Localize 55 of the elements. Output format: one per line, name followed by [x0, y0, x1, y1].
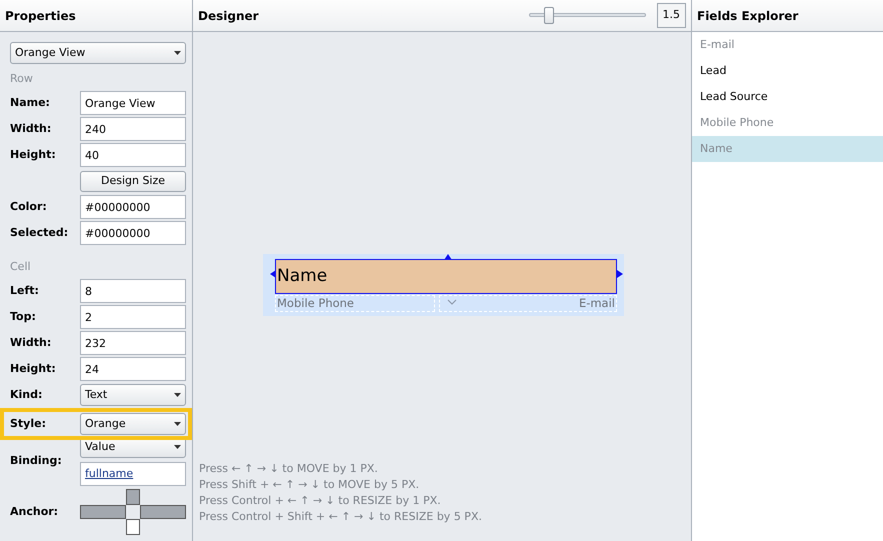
field-list-item[interactable]: Lead Source	[692, 84, 883, 110]
panel-title: Properties	[0, 0, 192, 32]
field-label: Height:	[10, 360, 57, 377]
dropdown[interactable]: Orange View	[10, 42, 186, 64]
caret-icon	[174, 393, 181, 397]
anchor-toggle[interactable]	[126, 489, 140, 505]
cell-text[interactable]: E-mail	[439, 295, 617, 312]
text-field[interactable]: #00000000	[80, 221, 186, 245]
design-size-button[interactable]: Design Size	[80, 170, 186, 192]
zoom-value: 1.5	[656, 3, 686, 28]
anchor-toggle[interactable]	[80, 505, 126, 519]
field-label: Selected:	[10, 224, 70, 241]
field-list-item[interactable]: Mobile Phone	[692, 110, 883, 136]
caret-icon	[174, 445, 181, 449]
text-field[interactable]: 24	[80, 357, 186, 381]
text-field[interactable]: 8	[80, 279, 186, 303]
field-label: Style:	[10, 416, 47, 432]
section-label: Row	[9, 70, 34, 87]
binding-field[interactable]: fullname	[80, 462, 186, 486]
field-list-item[interactable]: E-mail	[692, 32, 883, 58]
hint-text: Press Control + ← ↑ → ↓ to RESIZE by 1 PX.	[199, 493, 442, 509]
dropdown[interactable]: Text	[80, 384, 186, 406]
text-field[interactable]: 240	[80, 117, 186, 141]
selected-cell[interactable]: Name	[275, 259, 617, 294]
section-label: Cell	[9, 258, 32, 275]
field-label: Left:	[10, 282, 40, 299]
caret-icon	[174, 51, 181, 55]
field-label: Top:	[10, 308, 37, 325]
hint-text: Press Control + Shift + ← ↑ → ↓ to RESIZE by 5 PX.	[199, 509, 482, 525]
slider-thumb[interactable]	[544, 7, 554, 24]
field-label: Height:	[10, 146, 57, 163]
field-label: Kind:	[10, 386, 44, 403]
panel-title: Fields Explorer	[692, 0, 883, 32]
text-field[interactable]: #00000000	[80, 195, 186, 219]
field-label: Width:	[10, 334, 52, 351]
chevron-icon	[447, 299, 457, 305]
anchor-toggle[interactable]	[126, 519, 140, 535]
hint-text: Press ← ↑ → ↓ to MOVE by 1 PX.	[199, 461, 379, 477]
field-label: Binding:	[10, 452, 63, 469]
caret-icon	[174, 422, 181, 426]
field-list-item[interactable]: Lead	[692, 58, 883, 84]
dropdown[interactable]: Orange	[80, 413, 186, 435]
panel-title: Designer	[198, 8, 259, 24]
field-label: Name:	[10, 94, 51, 111]
cell-text[interactable]: Mobile Phone	[275, 295, 435, 312]
text-field[interactable]: 2	[80, 305, 186, 329]
designer-row[interactable]: Name Mobile Phone E-mail	[263, 254, 624, 316]
anchor-toggle[interactable]	[140, 505, 186, 519]
field-label: Anchor:	[10, 504, 60, 520]
field-label: Width:	[10, 120, 52, 137]
text-field[interactable]: Orange View	[80, 91, 186, 115]
text-field[interactable]: 40	[80, 143, 186, 167]
hint-text: Press Shift + ← ↑ → ↓ to MOVE by 5 PX.	[199, 477, 420, 493]
field-label: Color:	[10, 198, 48, 215]
text-field[interactable]: 232	[80, 331, 186, 355]
